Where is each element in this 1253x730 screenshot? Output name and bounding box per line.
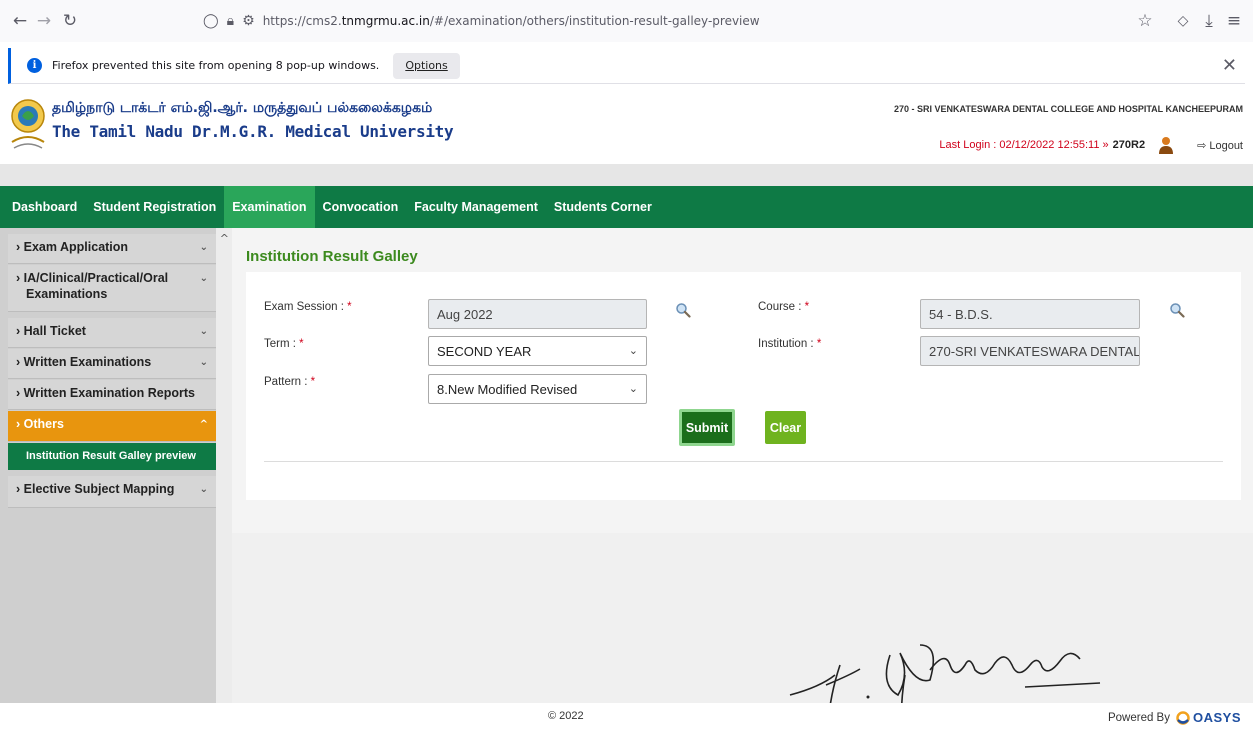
- chevron-down-icon: ⌄: [628, 382, 638, 395]
- close-icon[interactable]: ✕: [1222, 55, 1237, 76]
- nav-student-registration[interactable]: Student Registration: [85, 186, 224, 228]
- sidebar-subitem-institution-result-galley-preview[interactable]: Institution Result Galley preview: [8, 443, 216, 470]
- popup-blocked-notification: i Firefox prevented this site from openi…: [8, 48, 1245, 84]
- url-text[interactable]: https://cms2.tnmgrmu.ac.in/#/examination…: [263, 14, 760, 28]
- info-icon: i: [27, 58, 42, 73]
- last-login-text: Last Login : 02/12/2022 12:55:11 »: [939, 139, 1109, 151]
- scroll-up-icon[interactable]: ^: [220, 232, 229, 245]
- institution-label: Institution : *: [758, 338, 822, 350]
- bookmark-star-icon[interactable]: ☆: [1133, 9, 1157, 33]
- university-name-english: The Tamil Nadu Dr.M.G.R. Medical Univers…: [52, 122, 454, 141]
- form-divider: [264, 461, 1223, 462]
- exam-session-search-icon[interactable]: [675, 302, 691, 318]
- oasys-logo-icon: [1176, 710, 1190, 725]
- nav-examination[interactable]: Examination: [224, 186, 315, 228]
- logout-icon: ⇨: [1197, 139, 1210, 152]
- login-info: Last Login : 02/12/2022 12:55:11 » 270R2…: [939, 136, 1243, 154]
- download-icon[interactable]: ⤓: [1197, 9, 1221, 33]
- exam-session-field[interactable]: Aug 2022: [428, 299, 647, 329]
- course-field[interactable]: 54 - B.D.S.: [920, 299, 1140, 329]
- back-icon[interactable]: ←: [8, 9, 32, 33]
- lock-icon[interactable]: 🔒︎: [227, 13, 234, 29]
- forward-icon[interactable]: →: [32, 9, 56, 33]
- chevron-down-icon: ⌄: [199, 357, 208, 368]
- institution-field[interactable]: 270-SRI VENKATESWARA DENTAL: [920, 336, 1140, 366]
- oasys-brand: OASYS: [1192, 710, 1241, 725]
- popup-message: Firefox prevented this site from opening…: [52, 59, 380, 72]
- nav-faculty-management[interactable]: Faculty Management: [406, 186, 546, 228]
- nav-dashboard[interactable]: Dashboard: [0, 186, 85, 228]
- header-divider: [0, 164, 1253, 186]
- page-title: Institution Result Galley: [246, 248, 418, 265]
- sidebar-item-written-examination-reports[interactable]: › Written Examination Reports: [8, 380, 216, 410]
- clear-button[interactable]: Clear: [765, 411, 806, 444]
- address-bar[interactable]: ◯ 🔒︎ ⚙ https://cms2.tnmgrmu.ac.in/#/exam…: [195, 6, 1253, 36]
- footer: © 2022 Powered By OASYS: [0, 703, 1253, 730]
- sidebar-item-written-examinations[interactable]: › Written Examinations ⌄: [8, 349, 216, 379]
- sidebar-item-elective-subject-mapping[interactable]: › Elective Subject Mapping ⌄: [8, 476, 216, 508]
- course-label: Course : *: [758, 301, 810, 313]
- nav-students-corner[interactable]: Students Corner: [546, 186, 660, 228]
- sidebar-item-ia-clinical[interactable]: › IA/Clinical/Practical/Oral Examination…: [8, 265, 216, 312]
- pattern-select[interactable]: 8.New Modified Revised ⌄: [428, 374, 647, 404]
- shield-icon[interactable]: ◯: [203, 13, 219, 29]
- site-header: தமிழ்நாடு டாக்டர் எம்.ஜி.ஆர். மருத்துவப்…: [0, 90, 1253, 164]
- reload-icon[interactable]: ↻: [58, 9, 82, 33]
- chevron-up-icon: ^: [199, 419, 208, 430]
- browser-toolbar: ← → ↻ ◯ 🔒︎ ⚙ https://cms2.tnmgrmu.ac.in/…: [0, 0, 1253, 42]
- chevron-down-icon: ⌄: [199, 326, 208, 337]
- sidebar-item-exam-application[interactable]: › Exam Application ⌄: [8, 234, 216, 264]
- course-search-icon[interactable]: [1169, 302, 1185, 318]
- exam-session-label: Exam Session : *: [264, 301, 352, 313]
- term-select[interactable]: SECOND YEAR ⌄: [428, 336, 647, 366]
- pattern-label: Pattern : *: [264, 376, 316, 388]
- user-icon[interactable]: [1157, 136, 1175, 154]
- sidebar-item-hall-ticket[interactable]: › Hall Ticket ⌄: [8, 318, 216, 348]
- main-nav: Dashboard Student Registration Examinati…: [0, 186, 1253, 228]
- college-name: 270 - SRI VENKATESWARA DENTAL COLLEGE AN…: [893, 104, 1243, 114]
- university-name-tamil: தமிழ்நாடு டாக்டர் எம்.ஜி.ஆர். மருத்துவப்…: [52, 100, 433, 116]
- username: 270R2: [1112, 139, 1146, 151]
- pocket-icon[interactable]: ◇: [1171, 9, 1195, 33]
- permissions-icon[interactable]: ⚙: [242, 13, 255, 29]
- university-logo-icon: [11, 99, 45, 149]
- submit-button[interactable]: Submit: [679, 409, 735, 446]
- chevron-down-icon: ⌄: [628, 344, 638, 357]
- powered-by: Powered By OASYS: [1107, 710, 1241, 725]
- chevron-down-icon: ⌄: [199, 242, 208, 253]
- nav-convocation[interactable]: Convocation: [315, 186, 407, 228]
- logout-button[interactable]: ⇨ Logout: [1197, 139, 1243, 152]
- copyright-text: © 2022: [548, 710, 584, 722]
- chevron-down-icon: ⌄: [199, 484, 208, 495]
- term-label: Term : *: [264, 338, 304, 350]
- sidebar-scrollbar[interactable]: ^: [216, 228, 232, 703]
- sidebar-item-others[interactable]: › Others ^: [8, 411, 216, 442]
- menu-icon[interactable]: ≡: [1222, 9, 1246, 33]
- chevron-down-icon: ⌄: [199, 273, 208, 284]
- popup-options-button[interactable]: Options: [393, 52, 460, 79]
